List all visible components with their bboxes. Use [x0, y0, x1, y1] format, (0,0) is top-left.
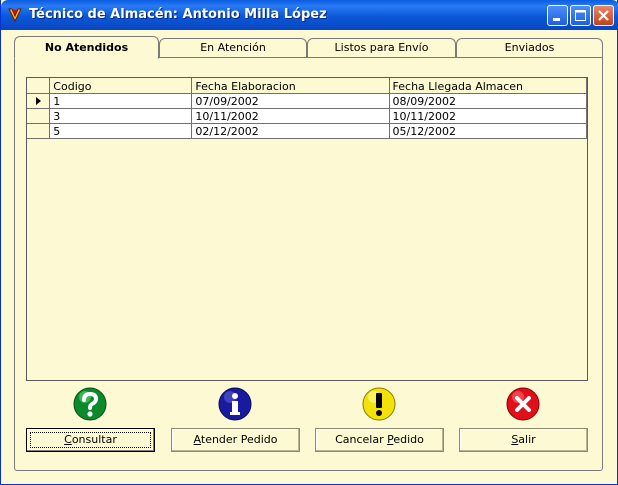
button-label-accel: A	[193, 433, 201, 446]
warning-icon	[362, 387, 396, 421]
maximize-button[interactable]	[570, 5, 591, 26]
title-bar[interactable]: Técnico de Almacén: Antonio Milla López	[1, 0, 618, 30]
minimize-button[interactable]	[547, 5, 568, 26]
cancelar-pedido-button[interactable]: Cancelar Pedido	[315, 428, 444, 452]
cell-fecha-elaboracion[interactable]: 10/11/2002	[191, 107, 390, 124]
close-icon	[598, 10, 609, 21]
grid-corner	[27, 78, 51, 94]
button-label-post: edido	[393, 433, 424, 446]
cell-codigo[interactable]: 1	[49, 92, 193, 109]
cell-fecha-elaboracion[interactable]: 02/12/2002	[191, 122, 390, 139]
consultar-button[interactable]: Consultar	[26, 428, 155, 452]
close-circle-icon	[506, 387, 540, 421]
button-label-pre: Cancelar	[335, 433, 388, 446]
table-row[interactable]: 1 07/09/2002 08/09/2002	[27, 92, 587, 109]
current-row-arrow-icon	[36, 96, 41, 105]
minimize-icon	[553, 18, 560, 21]
salir-button[interactable]: Salir	[459, 428, 588, 452]
tab-enviados[interactable]: Enviados	[456, 38, 603, 57]
row-selector[interactable]	[27, 122, 51, 139]
table-row[interactable]: 5 02/12/2002 05/12/2002	[27, 122, 587, 139]
grid-header-row: Codigo Fecha Elaboracion Fecha Llegada A…	[27, 78, 587, 94]
question-icon	[73, 387, 107, 421]
close-button[interactable]	[593, 5, 614, 26]
cell-fecha-elaboracion[interactable]: 07/09/2002	[191, 92, 390, 109]
info-icon	[218, 387, 252, 421]
column-header-codigo[interactable]: Codigo	[49, 78, 193, 94]
cell-fecha-llegada[interactable]: 08/09/2002	[388, 92, 587, 109]
cell-codigo[interactable]: 3	[49, 107, 193, 124]
focus-rect	[30, 432, 151, 448]
column-header-fecha-llegada[interactable]: Fecha Llegada Almacen	[388, 78, 587, 94]
app-icon	[8, 8, 22, 23]
cell-fecha-llegada[interactable]: 10/11/2002	[388, 107, 587, 124]
column-header-fecha-elaboracion[interactable]: Fecha Elaboracion	[191, 78, 390, 94]
tab-no-atendidos[interactable]: No Atendidos	[14, 36, 159, 59]
tab-en-atencion[interactable]: En Atención	[159, 38, 307, 57]
app-window: Técnico de Almacén: Antonio Milla López …	[0, 0, 618, 485]
tab-listos-para-envio[interactable]: Listos para Envío	[307, 38, 456, 57]
row-selector[interactable]	[27, 92, 51, 109]
window-title: Técnico de Almacén: Antonio Milla López	[29, 7, 327, 22]
orders-grid[interactable]: Codigo Fecha Elaboracion Fecha Llegada A…	[26, 77, 588, 381]
button-label-post: alir	[518, 433, 536, 446]
maximize-icon	[575, 10, 586, 21]
atender-pedido-button[interactable]: Atender Pedido	[171, 428, 300, 452]
row-selector[interactable]	[27, 107, 51, 124]
cell-fecha-llegada[interactable]: 05/12/2002	[388, 122, 587, 139]
table-row[interactable]: 3 10/11/2002 10/11/2002	[27, 107, 587, 124]
cell-codigo[interactable]: 5	[49, 122, 193, 139]
button-label-post: tender Pedido	[200, 433, 278, 446]
